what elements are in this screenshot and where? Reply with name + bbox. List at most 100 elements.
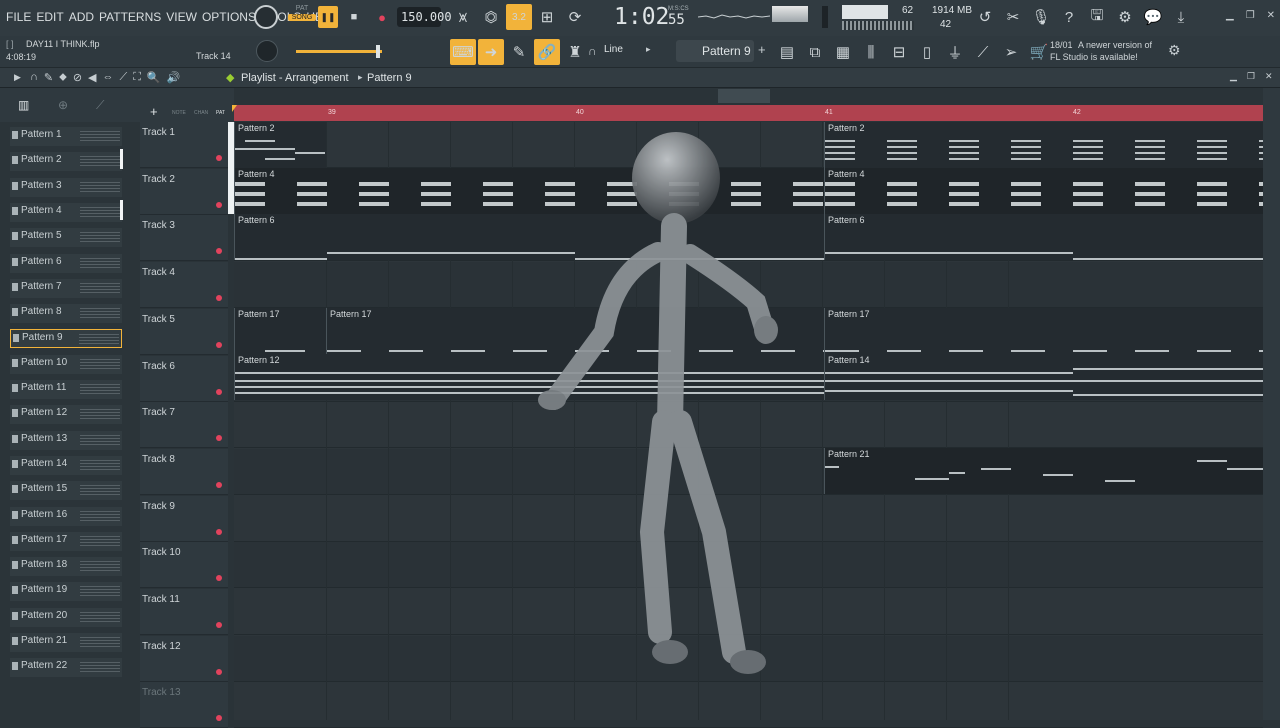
record-button[interactable]: ● <box>372 6 392 28</box>
track-mute-led[interactable] <box>216 575 222 582</box>
select-tool-icon[interactable]: ⛶ <box>133 71 141 84</box>
microphone-icon[interactable]: 🎙 <box>1028 4 1054 30</box>
countdown-icon[interactable]: ⊞ <box>534 4 560 30</box>
pattern-item[interactable]: Pattern 2 <box>10 149 123 172</box>
close-icon[interactable]: ✕ <box>1267 10 1275 21</box>
song-time-display[interactable]: 1:02 <box>614 4 669 30</box>
pattern-item[interactable]: Pattern 13 <box>10 430 122 450</box>
browser-tab-channels[interactable]: CHAN <box>194 110 208 116</box>
menu-add[interactable]: ADD <box>69 10 94 24</box>
clip[interactable]: Pattern 2 <box>234 122 326 168</box>
news-line-2[interactable]: FL Studio is available! <box>1050 52 1138 62</box>
track-mute-led[interactable] <box>216 201 222 208</box>
playlist-minimize-icon[interactable]: ▁ <box>1230 71 1237 82</box>
piano-keys-icon[interactable]: ▥ <box>18 98 29 112</box>
download-icon[interactable]: ⤓ <box>1168 4 1194 30</box>
pattern-item[interactable]: Pattern 16 <box>10 506 122 526</box>
pattern-item[interactable]: Pattern 18 <box>10 557 122 577</box>
menu-edit[interactable]: EDIT <box>36 10 63 24</box>
mute-tool-icon[interactable]: ◀ <box>88 71 96 84</box>
track-mute-led[interactable] <box>216 341 222 348</box>
stepseq-icon[interactable]: ⊕ <box>58 98 68 112</box>
undo-icon[interactable]: ↺ <box>972 4 998 30</box>
track-header[interactable]: Track 3 <box>140 215 228 262</box>
playback-tool-icon[interactable]: 🔊 <box>167 71 181 84</box>
browser-tab-patterns[interactable]: PAT <box>216 110 225 116</box>
pattern-item[interactable]: Pattern 7 <box>10 278 122 298</box>
track-header[interactable]: Track 7 <box>140 402 228 449</box>
track-mute-led[interactable] <box>216 248 222 255</box>
tempo-tap-icon[interactable]: ⟋ <box>970 39 996 65</box>
link-icon[interactable]: 🔗 <box>534 39 560 65</box>
track-header[interactable]: Track 9 <box>140 495 228 542</box>
track-header[interactable]: Track 2 <box>140 168 228 215</box>
menu-view[interactable]: VIEW <box>166 10 197 24</box>
pattern-item[interactable]: Pattern 15 <box>10 481 122 501</box>
track-mute-led[interactable] <box>216 435 222 442</box>
track-header[interactable]: Track 8 <box>140 448 228 495</box>
slice-tool-icon[interactable]: ⟋ <box>120 71 128 84</box>
pattern-item[interactable]: Pattern 17 <box>10 531 122 551</box>
paint-tool-icon[interactable]: ⬥ <box>59 71 67 84</box>
video-icon[interactable]: ➢ <box>998 39 1024 65</box>
automation-icon[interactable]: ⟋ <box>96 98 104 113</box>
track-mute-led[interactable] <box>216 668 222 675</box>
pattern-item[interactable]: Pattern 6 <box>10 253 122 273</box>
clip[interactable]: Pattern 2 <box>824 122 1264 168</box>
playhead-marker-icon[interactable] <box>232 105 237 112</box>
typing-keyboard-icon[interactable]: ⌨ <box>450 39 476 65</box>
pattern-item[interactable]: Pattern 11 <box>10 380 122 399</box>
track-mute-led[interactable] <box>216 295 222 302</box>
track-mute-led[interactable] <box>216 155 222 161</box>
track-mute-led[interactable] <box>216 528 222 535</box>
track-header[interactable]: Track 12 <box>140 635 228 682</box>
playlist-close-icon[interactable]: ✕ <box>1265 71 1273 82</box>
wait-input-icon[interactable]: ⏣ <box>478 4 504 30</box>
playlist-restore-icon[interactable]: ❐ <box>1247 71 1255 82</box>
timeline-ruler[interactable]: 39 40 41 42 <box>232 105 1263 121</box>
news-line-1[interactable]: A newer version of <box>1078 40 1152 50</box>
track-mute-led[interactable] <box>216 481 222 488</box>
grid-hscroll-thumb[interactable] <box>718 89 770 103</box>
playlist-menu-arrow-icon[interactable]: ▶ <box>14 72 21 83</box>
pattern-selector[interactable]: Pattern 9 <box>676 40 754 62</box>
pattern-item[interactable]: Pattern 8 <box>10 304 122 324</box>
shop-icon[interactable]: 🛒 <box>1026 39 1052 65</box>
snap-mode-select[interactable]: Line <box>604 44 623 55</box>
playlist-arrow-icon[interactable]: ➜ <box>478 39 504 65</box>
magnet-icon[interactable]: ∩ <box>588 44 597 58</box>
clip[interactable]: Pattern 6 <box>824 214 1264 260</box>
add-pattern-icon[interactable]: + <box>758 42 766 57</box>
stop-button[interactable]: ■ <box>344 6 364 28</box>
track-header[interactable]: Track 10 <box>140 542 228 589</box>
restore-icon[interactable]: ❐ <box>1246 10 1255 21</box>
minimize-icon[interactable]: ▁ <box>1226 10 1234 21</box>
pitch-fader-handle[interactable] <box>376 45 380 58</box>
pattern-item[interactable]: Pattern 21 <box>10 633 122 652</box>
zoom-tool-icon[interactable]: 🔍 <box>147 71 161 84</box>
track-header[interactable]: Track 6 <box>140 355 228 402</box>
master-pitch-slider[interactable] <box>822 6 828 28</box>
play-pause-button[interactable]: ❚❚ <box>318 6 338 28</box>
channel-rack-icon[interactable]: ▦ <box>830 39 856 65</box>
snap-arrow-icon[interactable]: ▸ <box>646 44 651 55</box>
browser-icon[interactable]: ⊟ <box>886 39 912 65</box>
metronome-icon[interactable]: ⩙ <box>450 4 476 30</box>
track-header[interactable]: Track 13 <box>140 682 228 728</box>
add-track-icon[interactable]: + <box>150 104 158 119</box>
pattern-item[interactable]: Pattern 1 <box>10 127 122 146</box>
grid-vscroll[interactable] <box>1263 88 1280 720</box>
save-icon[interactable]: 🖫 <box>1084 4 1110 30</box>
pattern-item[interactable]: Pattern 10 <box>10 354 122 374</box>
mixer-icon[interactable]: ⫼ <box>858 39 884 65</box>
hint-knob[interactable] <box>256 40 278 62</box>
plugin-icon[interactable]: ⏚ <box>942 39 968 65</box>
delete-tool-icon[interactable]: ⊘ <box>73 71 82 84</box>
track-header[interactable]: Track 5 <box>140 308 228 355</box>
master-pitch-fader[interactable] <box>296 50 382 53</box>
pattern-item[interactable]: Pattern 9 <box>10 329 122 349</box>
pattern-item[interactable]: Pattern 12 <box>10 405 122 425</box>
mixer-settings-icon[interactable]: ⚙ <box>1112 4 1138 30</box>
pat-song-toggle[interactable]: PAT SONG <box>288 5 316 31</box>
browser-tab-notes[interactable]: NOTE <box>172 110 186 116</box>
